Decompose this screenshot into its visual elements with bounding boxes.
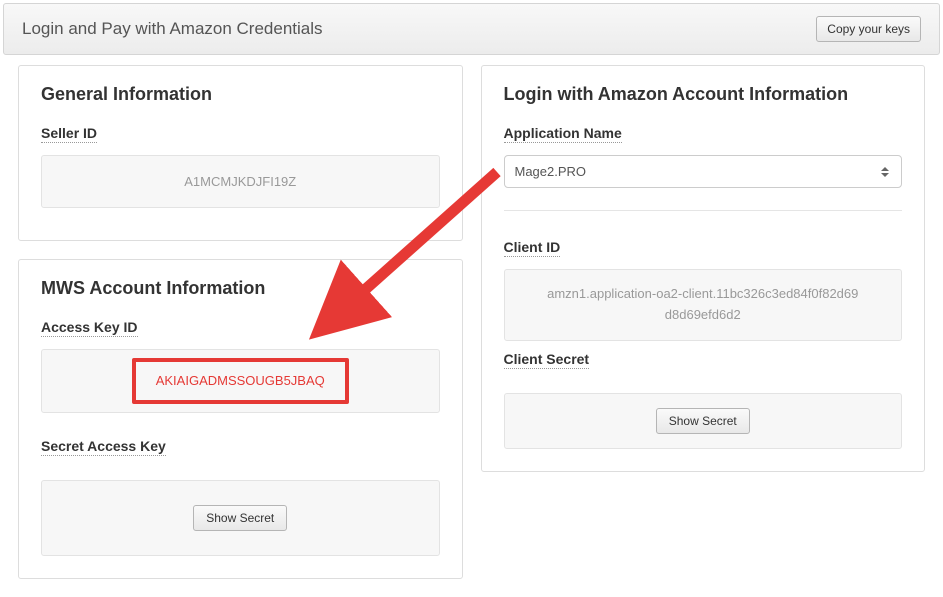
select-caret-icon: [881, 167, 889, 177]
general-info-panel: General Information Seller ID A1MCMJKDJF…: [18, 65, 463, 241]
access-key-field: Access Key ID AKIAIGADMSSOUGB5JBAQ: [41, 319, 440, 413]
show-secret-button-mws[interactable]: Show Secret: [193, 505, 287, 531]
app-name-value: Mage2.PRO: [515, 164, 587, 179]
mws-heading: MWS Account Information: [41, 278, 440, 299]
login-info-panel: Login with Amazon Account Information Ap…: [481, 65, 926, 472]
app-name-label: Application Name: [504, 125, 622, 143]
access-key-label: Access Key ID: [41, 319, 138, 337]
page-header: Login and Pay with Amazon Credentials Co…: [3, 3, 940, 55]
secret-key-label: Secret Access Key: [41, 438, 166, 456]
show-secret-button-client[interactable]: Show Secret: [656, 408, 750, 434]
app-name-select[interactable]: Mage2.PRO: [504, 155, 903, 188]
seller-id-field: Seller ID A1MCMJKDJFI19Z: [41, 125, 440, 208]
access-key-container: AKIAIGADMSSOUGB5JBAQ: [41, 349, 440, 413]
mws-info-panel: MWS Account Information Access Key ID AK…: [18, 259, 463, 579]
client-secret-label: Client Secret: [504, 351, 590, 369]
secret-key-field: Secret Access Key Show Secret: [41, 438, 440, 556]
copy-keys-button[interactable]: Copy your keys: [816, 16, 921, 42]
app-name-field: Application Name Mage2.PRO: [504, 125, 903, 188]
client-id-value: amzn1.application-oa2-client.11bc326c3ed…: [504, 269, 903, 341]
access-key-highlight: AKIAIGADMSSOUGB5JBAQ: [132, 358, 349, 404]
page-title: Login and Pay with Amazon Credentials: [22, 19, 323, 39]
client-id-field: Client ID amzn1.application-oa2-client.1…: [504, 239, 903, 341]
right-column: Login with Amazon Account Information Ap…: [481, 65, 926, 597]
section-divider: [504, 210, 903, 211]
client-secret-box: Show Secret: [504, 393, 903, 449]
seller-id-value: A1MCMJKDJFI19Z: [41, 155, 440, 208]
general-info-heading: General Information: [41, 84, 440, 105]
client-id-label: Client ID: [504, 239, 561, 257]
left-column: General Information Seller ID A1MCMJKDJF…: [18, 65, 463, 597]
client-secret-field: Client Secret Show Secret: [504, 351, 903, 449]
secret-key-box: Show Secret: [41, 480, 440, 556]
access-key-value: AKIAIGADMSSOUGB5JBAQ: [156, 373, 325, 388]
login-info-heading: Login with Amazon Account Information: [504, 84, 903, 105]
seller-id-label: Seller ID: [41, 125, 97, 143]
content-columns: General Information Seller ID A1MCMJKDJF…: [0, 65, 943, 597]
